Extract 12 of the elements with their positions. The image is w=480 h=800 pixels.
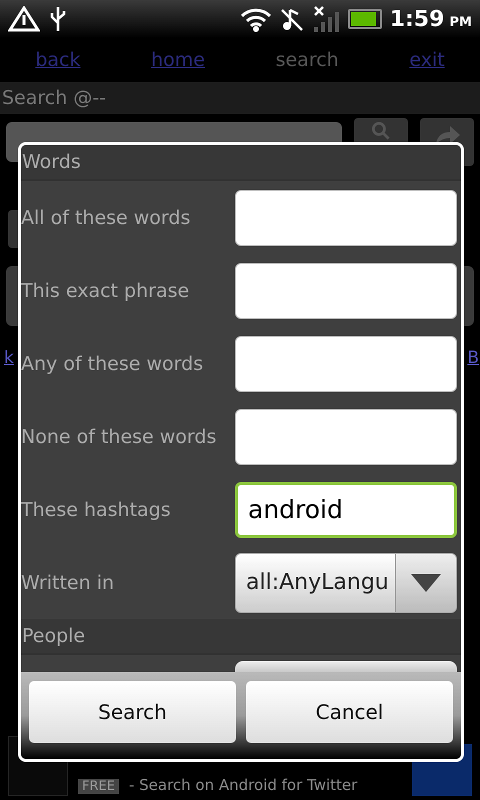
field-label: This exact phrase [21, 280, 190, 302]
free-badge: FREE [78, 779, 119, 794]
field-label: These hashtags [21, 498, 172, 520]
field-label: None of these words [21, 426, 218, 448]
clock: 1:59 PM [390, 6, 472, 32]
field-label: Written in [21, 572, 116, 594]
field-label: All of these words [21, 206, 192, 228]
ad-text: - Search on Android for Twitter [128, 776, 358, 794]
section-header: People [21, 619, 461, 655]
page-header: Search @-- [0, 82, 480, 114]
field-label: Any of these words [21, 352, 204, 374]
section-header: Words [21, 145, 461, 181]
